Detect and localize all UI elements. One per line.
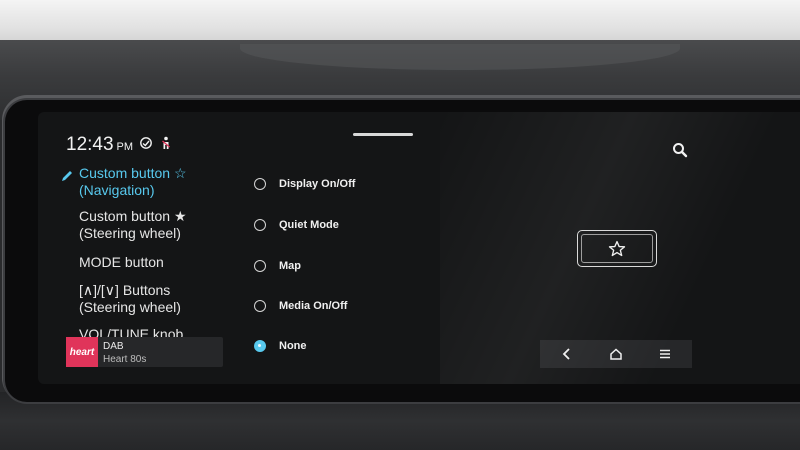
menu-item-label: MODE button bbox=[79, 254, 164, 270]
search-icon[interactable] bbox=[672, 142, 688, 158]
clock-time: 12:43 bbox=[66, 134, 114, 155]
media-source: DAB bbox=[103, 341, 124, 352]
radio-button[interactable] bbox=[254, 178, 266, 190]
option-map[interactable]: Map bbox=[254, 257, 301, 275]
media-mini-player[interactable]: heart DAB Heart 80s bbox=[66, 337, 223, 367]
favorite-star-button[interactable] bbox=[577, 230, 657, 267]
back-icon[interactable] bbox=[560, 347, 574, 361]
home-icon[interactable] bbox=[609, 347, 623, 361]
radio-button[interactable] bbox=[254, 300, 266, 312]
radio-button[interactable] bbox=[254, 260, 266, 272]
station-logo: heart bbox=[66, 337, 98, 367]
settings-menu-list: Custom button ☆ (Navigation) Custom butt… bbox=[52, 160, 222, 340]
option-label: Display On/Off bbox=[279, 178, 356, 190]
radio-button-selected[interactable] bbox=[254, 340, 266, 352]
menu-item-label: Custom button ☆ bbox=[79, 165, 187, 181]
radio-button[interactable] bbox=[254, 219, 266, 231]
system-nav-bar bbox=[540, 340, 692, 368]
menu-item-label: [∧]/[∨] Buttons bbox=[79, 282, 171, 298]
menu-item-custom-button-steering[interactable]: Custom button ★ (Steering wheel) bbox=[52, 208, 222, 242]
status-bar: 12:43 PM bbox=[66, 134, 173, 156]
menu-item-label: Custom button ★ bbox=[79, 208, 187, 224]
option-label: Map bbox=[279, 260, 301, 272]
pencil-icon bbox=[62, 171, 72, 181]
menu-item-custom-button-navigation[interactable]: Custom button ☆ (Navigation) bbox=[52, 165, 222, 199]
menu-item-mode-button[interactable]: MODE button bbox=[52, 254, 222, 271]
star-icon bbox=[608, 240, 626, 256]
pull-down-handle[interactable] bbox=[353, 133, 413, 136]
option-quiet-mode[interactable]: Quiet Mode bbox=[254, 216, 339, 234]
menu-item-sublabel: (Navigation) bbox=[79, 182, 155, 198]
option-display-on-off[interactable]: Display On/Off bbox=[254, 175, 355, 193]
option-label: Media On/Off bbox=[279, 300, 348, 312]
menu-item-sublabel: (Steering wheel) bbox=[79, 225, 181, 241]
option-label: None bbox=[279, 340, 307, 352]
menu-icon[interactable] bbox=[658, 347, 672, 361]
menu-item-sublabel: (Steering wheel) bbox=[79, 299, 181, 315]
option-label: Quiet Mode bbox=[279, 219, 339, 231]
clock-ampm: PM bbox=[116, 141, 134, 153]
option-media-on-off[interactable]: Media On/Off bbox=[254, 297, 347, 315]
seatbelt-person-icon bbox=[162, 136, 170, 149]
menu-item-up-down-buttons[interactable]: [∧]/[∨] Buttons (Steering wheel) bbox=[52, 282, 222, 316]
connected-services-icon bbox=[140, 137, 152, 149]
option-none[interactable]: None bbox=[254, 337, 307, 355]
media-station: Heart 80s bbox=[103, 354, 147, 365]
